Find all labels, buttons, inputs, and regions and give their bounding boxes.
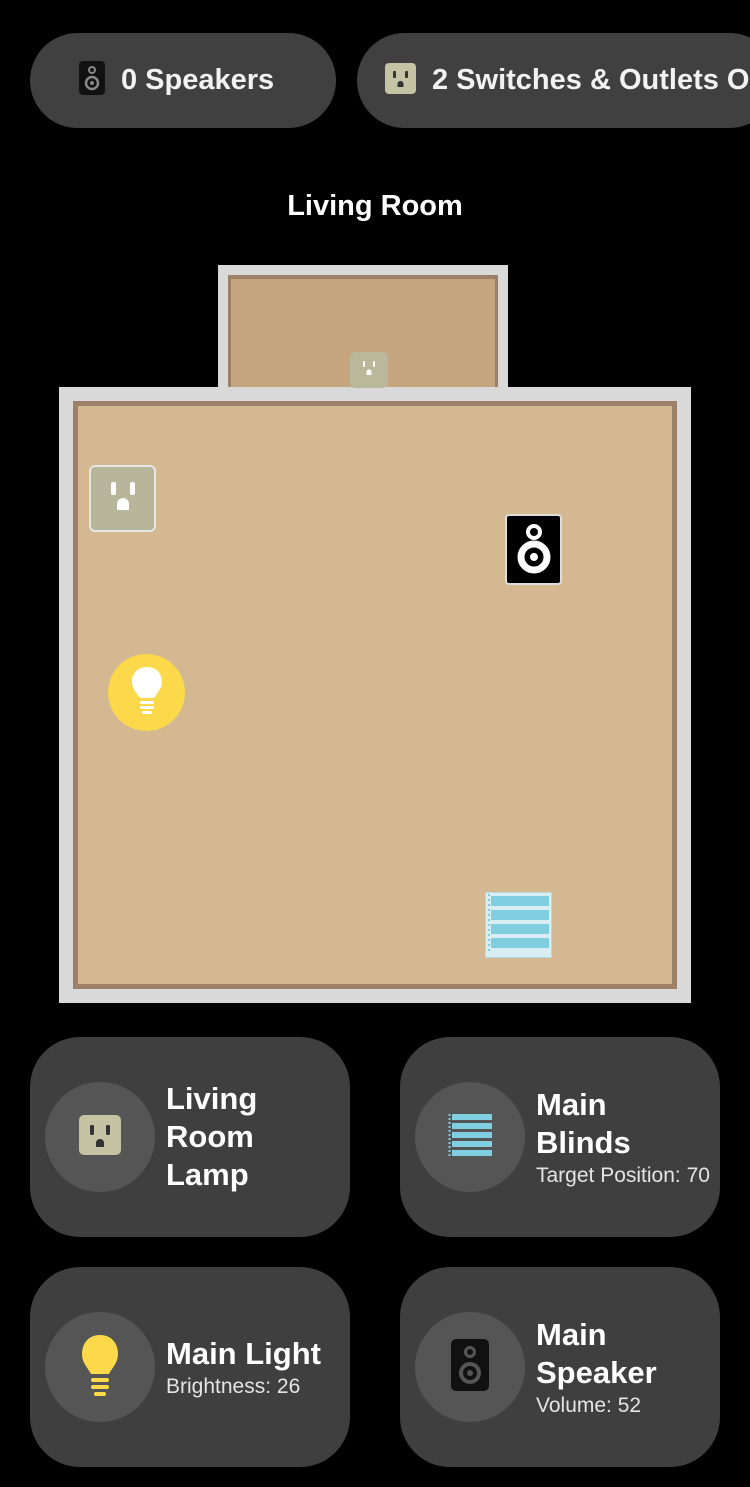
device-card-status: Volume: 52	[536, 1393, 642, 1417]
device-icon-circle	[45, 1312, 155, 1422]
device-card-title: Main Light	[166, 1335, 321, 1371]
speaker-icon	[79, 61, 105, 100]
switches-outlets-filter-button[interactable]: 2 Switches & Outlets O	[357, 33, 750, 128]
lightbulb-icon	[80, 1333, 120, 1402]
blinds-icon	[487, 892, 551, 959]
outlet-icon	[385, 62, 416, 99]
speakers-filter-button[interactable]: 0 Speakers	[30, 33, 336, 128]
blinds-icon	[448, 1112, 492, 1163]
speaker-icon	[451, 1338, 489, 1396]
outlet-icon	[79, 1114, 121, 1160]
device-card-main-blinds[interactable]: Main Blinds Target Position: 70	[400, 1037, 720, 1237]
device-icon-circle	[415, 1312, 525, 1422]
floor-plan-outlet-device[interactable]	[350, 352, 388, 388]
device-icon-circle	[45, 1082, 155, 1192]
device-card-title: Main Blinds	[536, 1086, 631, 1160]
speakers-filter-label: 0 Speakers	[121, 64, 275, 96]
lightbulb-icon	[130, 665, 164, 720]
floor-plan-speaker-device[interactable]	[505, 514, 562, 585]
device-card-title: Living Room Lamp	[166, 1081, 258, 1192]
device-card-main-light[interactable]: Main Light Brightness: 26	[30, 1267, 350, 1467]
device-card-status: Brightness: 26	[166, 1374, 301, 1398]
device-card-main-speaker[interactable]: Main Speaker Volume: 52	[400, 1267, 720, 1467]
outlet-icon	[101, 474, 145, 523]
device-icon-circle	[415, 1082, 525, 1192]
switches-outlets-filter-label: 2 Switches & Outlets O	[432, 64, 750, 96]
device-card-living-room-lamp[interactable]: Living Room Lamp	[30, 1037, 350, 1237]
speaker-icon	[511, 518, 557, 581]
home-floor-plan-screen: 0 Speakers 2 Switches & Outlets O Living…	[0, 0, 750, 1487]
device-card-status: Target Position: 70	[536, 1163, 710, 1187]
room-title: Living Room	[287, 190, 463, 222]
floor-plan-outlet-device[interactable]	[89, 465, 156, 532]
device-card-title: Main Speaker	[536, 1316, 657, 1390]
outlet-icon	[358, 357, 380, 384]
floor-plan-light-device[interactable]	[108, 654, 185, 731]
floor-plan-blinds-device[interactable]	[485, 892, 552, 958]
